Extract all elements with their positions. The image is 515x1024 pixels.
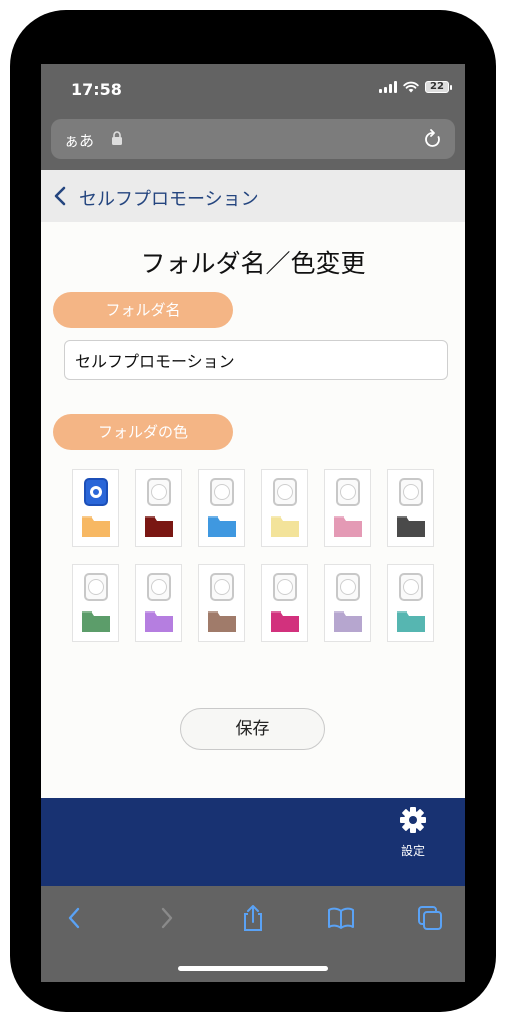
color-radio-button[interactable] [273, 573, 297, 601]
folder-icon [397, 516, 425, 537]
color-radio-button[interactable] [84, 478, 108, 506]
color-radio-button[interactable] [210, 573, 234, 601]
color-radio-button[interactable] [84, 573, 108, 601]
color-picker-grid [72, 469, 436, 645]
color-radio-button[interactable] [399, 478, 423, 506]
color-option-blue[interactable] [198, 469, 245, 547]
color-radio-button[interactable] [273, 478, 297, 506]
page-title: フォルダ名／色変更 [140, 249, 366, 278]
folder-icon [82, 516, 110, 537]
home-indicator [178, 966, 328, 971]
folder-icon [82, 611, 110, 632]
color-radio-button[interactable] [336, 478, 360, 506]
back-arrow-icon[interactable] [61, 904, 89, 932]
lock-icon [112, 131, 122, 145]
color-option-dark-red[interactable] [135, 469, 182, 547]
tabs-icon[interactable] [416, 904, 444, 932]
app-footer: 設定 [41, 798, 465, 886]
color-option-purple[interactable] [135, 564, 182, 642]
battery-icon: 22 [425, 81, 452, 93]
color-option-teal[interactable] [387, 564, 434, 642]
browser-toolbar [41, 886, 465, 982]
battery-level: 22 [430, 81, 444, 92]
browser-address-area: ぁあ [41, 116, 465, 170]
color-radio-button[interactable] [399, 573, 423, 601]
color-option-orange[interactable] [72, 469, 119, 547]
color-radio-button[interactable] [210, 478, 234, 506]
folder-icon [145, 611, 173, 632]
folder-icon [271, 516, 299, 537]
folder-name-section-label: フォルダ名 [53, 292, 233, 328]
folder-icon [145, 516, 173, 537]
folder-icon [397, 611, 425, 632]
color-radio-button[interactable] [147, 573, 171, 601]
address-bar[interactable]: ぁあ [51, 119, 455, 159]
folder-icon [208, 611, 236, 632]
folder-name-input[interactable] [64, 340, 448, 380]
back-chevron-icon[interactable] [53, 185, 67, 207]
color-option-lavender[interactable] [324, 564, 371, 642]
status-icons: 22 [379, 81, 452, 93]
color-option-pink[interactable] [324, 469, 371, 547]
back-link-title[interactable]: セルフプロモーション [79, 185, 259, 211]
folder-icon [271, 611, 299, 632]
folder-icon [334, 611, 362, 632]
color-option-brown[interactable] [198, 564, 245, 642]
color-radio-button[interactable] [336, 573, 360, 601]
text-size-button[interactable]: ぁあ [64, 130, 94, 151]
color-option-green[interactable] [72, 564, 119, 642]
settings-label[interactable]: 設定 [395, 842, 431, 859]
main-content: フォルダ名／色変更 フォルダ名 フォルダの色 保存 [41, 222, 465, 798]
color-option-yellow[interactable] [261, 469, 308, 547]
save-button[interactable]: 保存 [180, 708, 325, 750]
bookmarks-icon[interactable] [327, 904, 355, 932]
status-bar: 17:58 22 [41, 64, 465, 116]
wifi-icon [403, 81, 419, 93]
nav-header: セルフプロモーション [41, 170, 465, 222]
forward-arrow-icon[interactable] [152, 904, 180, 932]
share-icon[interactable] [239, 904, 267, 932]
status-time: 17:58 [71, 80, 122, 99]
folder-icon [334, 516, 362, 537]
folder-icon [208, 516, 236, 537]
signal-icon [379, 81, 397, 93]
color-option-dark-gray[interactable] [387, 469, 434, 547]
color-option-magenta[interactable] [261, 564, 308, 642]
phone-screen: 17:58 22 ぁあ セルフプロモーション フォルダ名／色変更 フォルダ名 セ… [41, 64, 465, 982]
gear-icon[interactable] [399, 806, 427, 834]
reload-icon[interactable] [423, 128, 443, 150]
color-radio-button[interactable] [147, 478, 171, 506]
folder-color-section-label: フォルダの色 [53, 414, 233, 450]
